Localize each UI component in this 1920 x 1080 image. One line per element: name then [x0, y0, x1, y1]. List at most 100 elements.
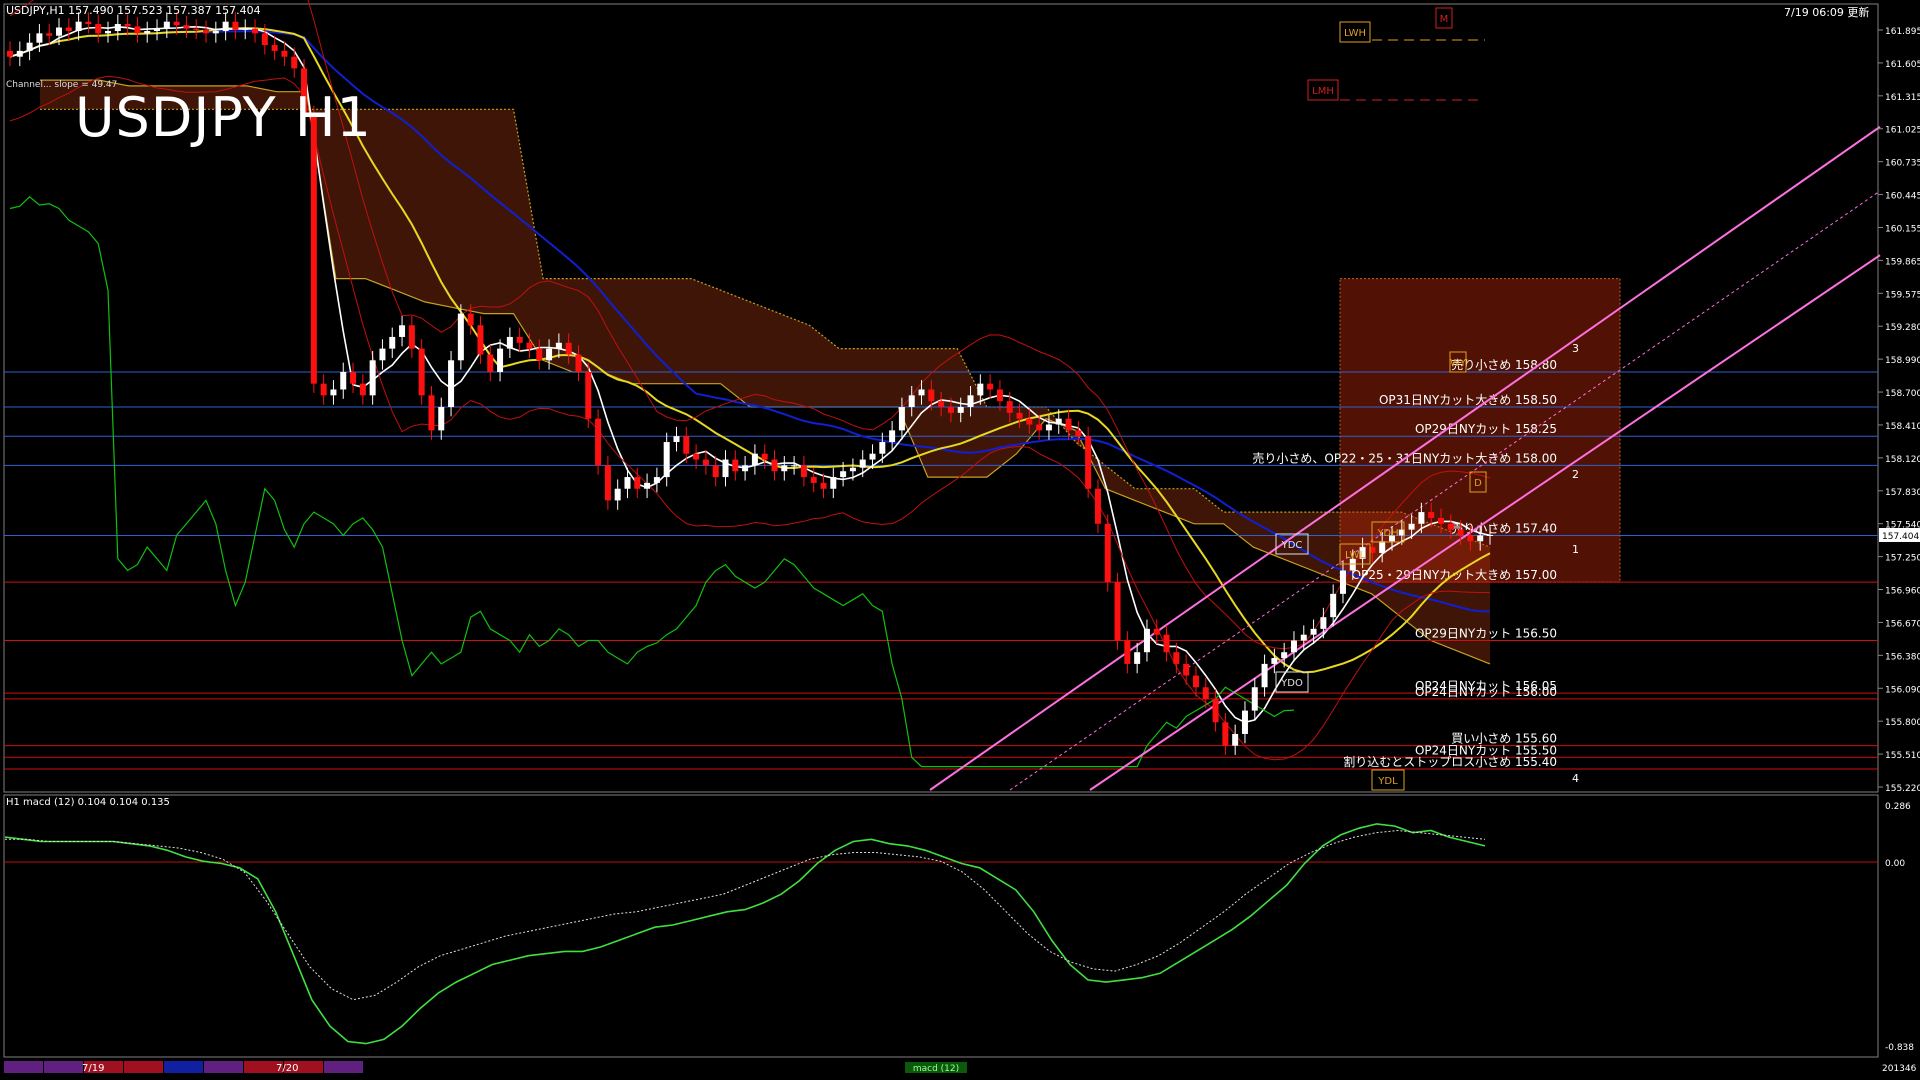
- candle-body: [1085, 436, 1092, 489]
- candle-body: [761, 453, 768, 460]
- candle-body: [967, 395, 974, 408]
- date-segment: [44, 1061, 83, 1073]
- candle-body: [575, 354, 582, 372]
- marker-lwl: LWL: [1345, 550, 1366, 561]
- candle: [604, 456, 611, 510]
- candle-body: [1026, 418, 1033, 425]
- date-label: 7/20: [276, 1063, 298, 1074]
- candle-body: [947, 407, 954, 413]
- candle-body: [212, 31, 219, 34]
- candle-body: [1290, 640, 1297, 653]
- candle: [389, 327, 396, 358]
- candle: [585, 362, 592, 429]
- candle-body: [1153, 628, 1160, 635]
- macd-axis-label: 0.00: [1885, 859, 1905, 869]
- candle-body: [1300, 634, 1307, 641]
- candle: [1290, 631, 1297, 662]
- axis-label: 161.605: [1885, 60, 1920, 70]
- candle-body: [1134, 652, 1141, 664]
- marker-ydo: YDO: [1280, 678, 1303, 689]
- candle: [614, 479, 621, 510]
- axis-label: 158.410: [1885, 422, 1920, 432]
- candle-body: [1192, 675, 1199, 688]
- candle: [820, 473, 827, 499]
- level-label: 割り込むとストップロス小さめ 155.40: [1343, 754, 1557, 769]
- macd-signal-line: [5, 829, 1486, 1001]
- bottom-bar: 7/19 7/20 macd (12) 201346: [4, 1061, 1917, 1074]
- candle-body: [516, 336, 523, 343]
- candle: [144, 21, 151, 43]
- candle: [114, 14, 121, 41]
- candle-body: [1114, 582, 1121, 641]
- candle-body: [751, 453, 758, 466]
- candle-body: [928, 389, 935, 402]
- candle-body: [124, 24, 131, 27]
- candle-body: [1281, 652, 1288, 659]
- axis-label: 161.315: [1885, 93, 1920, 103]
- candle-body: [1467, 535, 1474, 542]
- candle-body: [957, 407, 964, 413]
- candle: [781, 456, 788, 481]
- candle: [673, 426, 680, 452]
- candle-body: [859, 459, 866, 468]
- candle-body: [369, 360, 376, 396]
- macd-axis-label: 0.286: [1885, 802, 1911, 812]
- candle-body: [1418, 512, 1425, 524]
- level-label: OP31日NYカット大きめ 158.50: [1379, 393, 1557, 407]
- macd-line: [4, 823, 1486, 1045]
- candle: [987, 374, 994, 399]
- candle-body: [105, 31, 112, 34]
- candle-body: [203, 29, 210, 34]
- projection-label: 1: [1572, 543, 1579, 556]
- candle-body: [742, 465, 749, 472]
- candle-body: [65, 27, 72, 32]
- candle: [105, 21, 112, 43]
- candle-body: [281, 50, 288, 57]
- candle-body: [1016, 412, 1023, 419]
- candle: [448, 350, 455, 417]
- candle: [830, 467, 837, 499]
- candle: [340, 362, 347, 399]
- axis-label: 161.895: [1885, 27, 1920, 37]
- candle-body: [134, 26, 141, 34]
- candle-body: [457, 313, 464, 361]
- candle-body: [271, 45, 278, 51]
- candle-body: [918, 389, 925, 396]
- candle: [1124, 631, 1131, 674]
- candle: [320, 374, 327, 405]
- candle: [1241, 701, 1248, 744]
- candle-body: [869, 453, 876, 460]
- axis-label: 157.830: [1885, 488, 1920, 498]
- candle-body: [712, 465, 719, 478]
- date-segment: [204, 1061, 243, 1073]
- candle-body: [693, 453, 700, 460]
- level-label: OP29日NYカット 158.25: [1415, 422, 1557, 436]
- candle-body: [1212, 698, 1219, 723]
- candle-body: [1310, 628, 1317, 635]
- candle: [330, 380, 337, 405]
- candle-body: [771, 459, 778, 472]
- candle: [428, 385, 435, 440]
- candle-body: [996, 389, 1003, 402]
- candle: [702, 450, 709, 475]
- candle-body: [1251, 687, 1258, 711]
- marker-ydc: YDC: [1281, 540, 1303, 551]
- candle: [408, 315, 415, 358]
- macd-button-label: macd (12): [913, 1064, 959, 1074]
- candle: [379, 339, 386, 370]
- candle: [1232, 724, 1239, 755]
- candle-body: [673, 436, 680, 443]
- candle: [771, 450, 778, 481]
- candle-body: [1222, 722, 1229, 746]
- candle-body: [536, 348, 543, 361]
- marker-lmh: LMH: [1312, 86, 1334, 97]
- candle-body: [261, 33, 268, 46]
- candle: [791, 456, 798, 475]
- candle-body: [56, 27, 63, 36]
- candle: [653, 467, 660, 493]
- candle: [1222, 712, 1229, 755]
- candle-body: [526, 342, 533, 349]
- candle-body: [222, 21, 229, 32]
- axis-label: 158.700: [1885, 389, 1920, 399]
- candle-body: [1075, 430, 1082, 437]
